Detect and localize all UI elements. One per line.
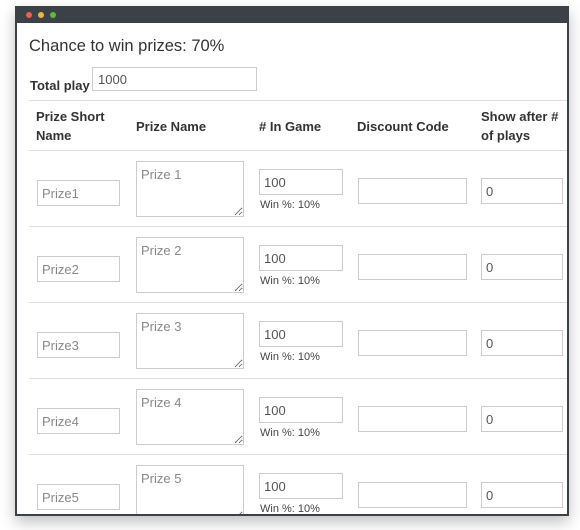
column-header-in-game: # In Game	[259, 119, 322, 134]
column-header-line: Prize Short	[36, 109, 105, 124]
column-header-line: Name	[36, 128, 72, 143]
minimize-window-dot-icon[interactable]	[38, 12, 44, 18]
total-play-input[interactable]	[92, 67, 257, 91]
table-row-divider	[29, 150, 567, 151]
column-header-show-after: Show after # of plays	[481, 107, 558, 145]
win-percent-text: Win %: 10%	[260, 351, 320, 363]
win-percent-text: Win %: 10%	[260, 275, 320, 287]
discount-code-input[interactable]	[358, 178, 467, 204]
column-header-prize-name: Prize Name	[136, 119, 207, 134]
prize-name-textarea[interactable]	[136, 237, 244, 293]
header-divider	[29, 100, 567, 101]
prize-short-name-input[interactable]	[37, 332, 120, 358]
table-row-divider	[29, 378, 567, 379]
app-window: Chance to win prizes: 70% Total play Pri…	[15, 6, 569, 516]
discount-code-input[interactable]	[358, 482, 467, 508]
win-percent-text: Win %: 10%	[260, 199, 320, 211]
show-after-plays-input[interactable]	[481, 178, 563, 204]
prize-short-name-input[interactable]	[37, 256, 120, 282]
table-row-divider	[29, 302, 567, 303]
show-after-plays-input[interactable]	[481, 330, 563, 356]
title-bar	[17, 6, 567, 23]
in-game-count-input[interactable]	[259, 473, 343, 499]
show-after-plays-input[interactable]	[481, 254, 563, 280]
prize-short-name-input[interactable]	[37, 408, 120, 434]
table-row-divider	[29, 226, 567, 227]
in-game-count-input[interactable]	[259, 245, 343, 271]
in-game-count-input[interactable]	[259, 397, 343, 423]
discount-code-input[interactable]	[358, 330, 467, 356]
column-header-prize-short-name: Prize Short Name	[36, 107, 105, 145]
prize-name-textarea[interactable]	[136, 161, 244, 217]
prize-name-textarea[interactable]	[136, 389, 244, 445]
column-header-line: of plays	[481, 128, 531, 143]
show-after-plays-input[interactable]	[481, 406, 563, 432]
prize-short-name-input[interactable]	[37, 484, 120, 510]
total-play-label: Total play	[30, 78, 90, 93]
maximize-window-dot-icon[interactable]	[50, 12, 56, 18]
in-game-count-input[interactable]	[259, 321, 343, 347]
in-game-count-input[interactable]	[259, 169, 343, 195]
discount-code-input[interactable]	[358, 406, 467, 432]
win-percent-text: Win %: 10%	[260, 427, 320, 439]
table-row-divider	[29, 454, 567, 455]
show-after-plays-input[interactable]	[481, 482, 563, 508]
win-chance-heading: Chance to win prizes: 70%	[29, 37, 225, 55]
discount-code-input[interactable]	[358, 254, 467, 280]
prize-name-textarea[interactable]	[136, 465, 244, 514]
prize-name-textarea[interactable]	[136, 313, 244, 369]
column-header-discount-code: Discount Code	[357, 119, 449, 134]
win-percent-text: Win %: 10%	[260, 503, 320, 515]
column-header-line: Show after #	[481, 109, 559, 124]
prize-short-name-input[interactable]	[37, 180, 120, 206]
close-window-dot-icon[interactable]	[26, 12, 32, 18]
